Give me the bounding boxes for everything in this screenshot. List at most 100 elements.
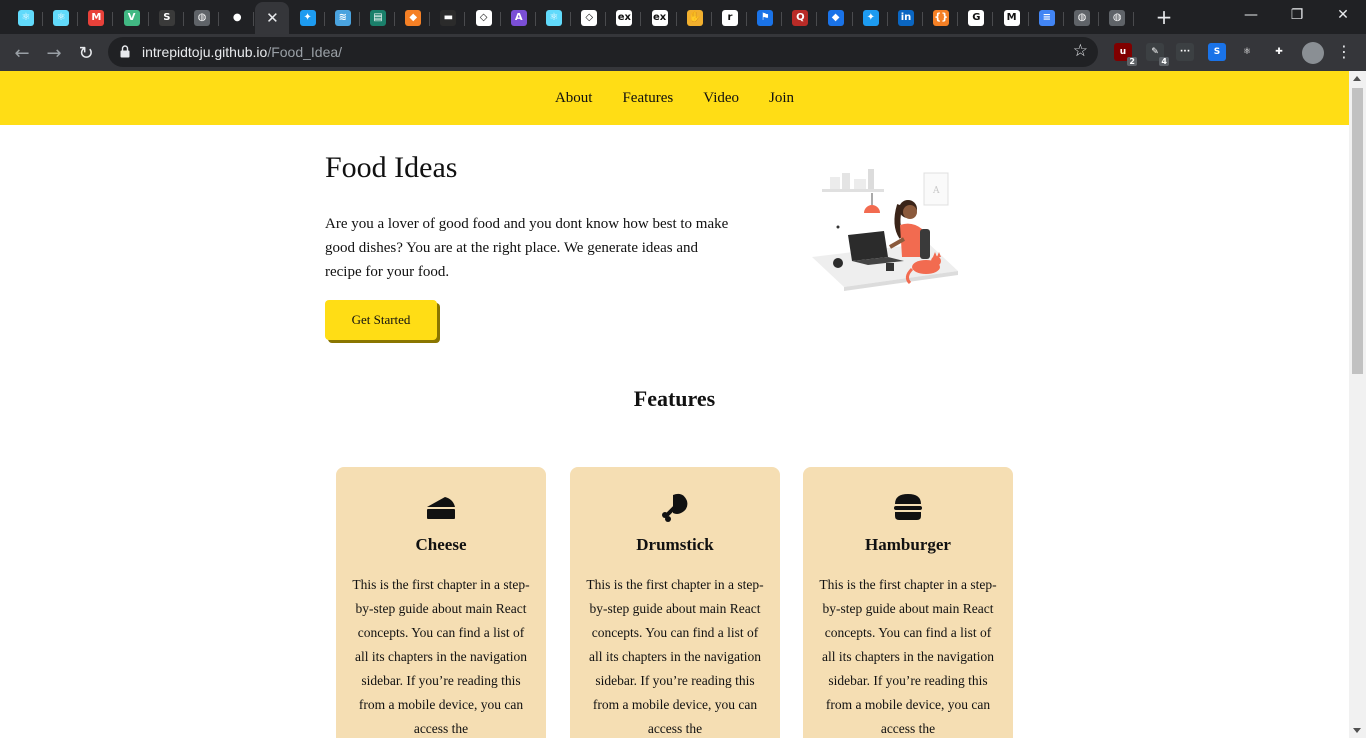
extension-glyph: ··· [1179,47,1191,57]
browser-tab[interactable]: ⚑ [748,4,783,32]
tab-separator [464,12,466,26]
page-scrollbar[interactable] [1349,71,1366,738]
browser-tab[interactable]: ✦ [854,4,888,32]
browser-tab[interactable]: ▤ [361,4,395,32]
browser-tab[interactable]: ◆ [396,4,431,32]
new-tab-button[interactable]: + [1152,5,1176,29]
browser-tab[interactable]: G [959,4,994,32]
globe-icon: ◍ [1109,10,1126,26]
browser-tab[interactable]: ◍ [1100,4,1135,32]
extension-glyph: ✎ [1151,47,1159,57]
browser-tab[interactable]: ✦ [291,4,325,32]
profile-avatar[interactable] [1302,42,1324,64]
tab-separator [675,12,677,26]
browser-tab[interactable]: V [115,4,149,32]
browser-tab[interactable]: ✋ [678,4,712,32]
browser-tab[interactable]: ≡ [1030,4,1064,32]
bookmark-star-icon[interactable]: ☆ [1073,41,1088,61]
browser-tab[interactable]: ◆ [819,4,853,32]
browser-tab[interactable]: ● [220,4,255,32]
puzzle-icon[interactable]: ✚ [1270,43,1288,61]
tab-separator [816,12,818,26]
nav-link-features[interactable]: Features [622,90,673,107]
browser-tab[interactable]: in [889,4,923,32]
dots-extension-icon[interactable]: ··· [1176,43,1194,61]
tab-separator [886,12,888,26]
get-started-button[interactable]: Get Started [325,300,437,340]
browser-tab[interactable]: {} [924,4,959,32]
browser-tab[interactable]: Q [783,4,818,32]
google-icon: G [968,10,985,26]
url-path: /Food_Idea/ [267,44,343,60]
card-text: This is the first chapter in a step-by-s… [819,577,997,736]
tab-separator [1098,12,1099,26]
tab-separator [640,12,642,26]
browser-tab[interactable]: ≋ [326,4,360,32]
tab-separator [992,12,994,26]
browser-menu-icon[interactable]: ⋮ [1336,42,1352,61]
nav-link-about[interactable]: About [555,90,593,107]
browser-tab[interactable]: ✕ [255,2,290,34]
browser-tab[interactable]: ◍ [1065,4,1099,32]
page-viewport: About Features Video Join Food Ideas Are… [0,71,1349,738]
browser-tab[interactable]: r [713,4,747,32]
back-button[interactable]: ← [8,39,36,67]
s-extension-icon[interactable]: S [1208,43,1226,61]
twitter-icon: ✦ [862,10,879,26]
browser-tab[interactable]: ◇ [467,4,501,32]
browser-tab[interactable]: ▬ [431,4,466,32]
site-navbar: About Features Video Join [0,71,1349,125]
browser-tab[interactable]: M [995,4,1029,32]
vue-icon: V [123,10,140,26]
scrollbar-thumb[interactable] [1352,88,1363,374]
browser-tab[interactable]: ⚛ [9,4,43,32]
globe-icon: ◍ [194,10,210,26]
hamburger-icon [894,494,922,520]
terminal-icon: ▬ [440,10,457,26]
m-icon: M [88,10,105,26]
codepen-icon: ◇ [581,10,598,26]
browser-tab[interactable]: ⚛ [44,4,79,32]
flag-icon: ⚑ [757,10,774,26]
scroll-up-arrow-icon[interactable] [1353,76,1361,81]
browser-tab[interactable]: ⚛ [537,4,571,32]
extension-glyph: ⚛ [1242,47,1252,57]
ublock-icon[interactable]: u2 [1114,43,1137,66]
shield-icon: ◆ [405,10,422,26]
features-heading: Features [633,386,716,411]
address-bar[interactable]: intrepidtoju.github.io/Food_Idea/ ☆ [108,37,1098,67]
tab-separator [77,12,79,26]
browser-tab[interactable]: ex [643,4,677,32]
browser-tab[interactable]: ◇ [572,4,607,32]
linkedin-icon: in [898,10,914,26]
browser-tab[interactable]: ◍ [185,4,219,32]
tab-separator [1133,12,1135,26]
ex-icon: ex [651,10,668,26]
browser-tab[interactable]: M [79,4,114,32]
pencil-extension-icon[interactable]: ✎ 4 [1146,43,1169,66]
reload-button[interactable]: ↻ [72,39,100,67]
nav-link-join[interactable]: Join [769,90,794,107]
tab-separator [429,12,431,26]
tab-separator [394,12,395,26]
forward-button[interactable]: → [40,39,68,67]
extension-badge: 4 [1159,57,1169,66]
scroll-down-arrow-icon[interactable] [1353,728,1361,733]
tab-separator [710,12,712,26]
restore-button[interactable]: ❐ [1274,0,1320,30]
browser-tab[interactable]: S [150,4,184,32]
browser-tab[interactable]: A [502,4,536,32]
tab-separator [1027,12,1029,26]
q-icon: Q [792,10,809,26]
extension-glyph: u [1119,47,1127,57]
close-icon[interactable]: ✕ [266,9,279,27]
tab-separator [358,12,360,26]
browser-tab[interactable]: ex [607,4,642,32]
feature-card-drumstick: Drumstick This is the first chapter in a… [570,467,780,738]
react-devtools-icon[interactable]: ⚛ [1238,43,1256,61]
close-window-button[interactable]: ✕ [1320,0,1366,30]
svg-text:A: A [932,186,940,196]
nav-link-video[interactable]: Video [703,90,739,107]
tab-separator [851,12,853,26]
minimize-button[interactable]: — [1228,0,1274,30]
